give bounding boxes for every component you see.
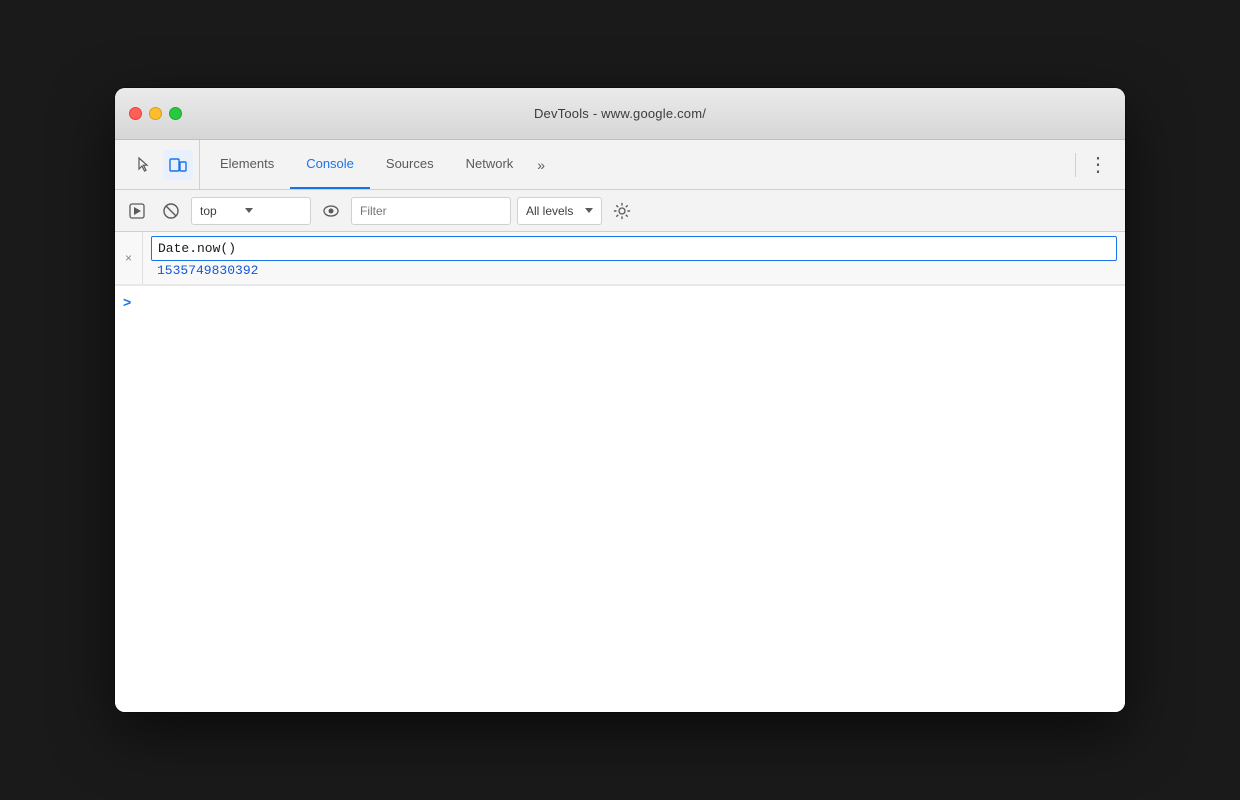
tab-console[interactable]: Console — [290, 140, 370, 189]
console-content: × 1535749830392 > — [115, 232, 1125, 712]
execute-button[interactable] — [123, 197, 151, 225]
clear-button[interactable] — [157, 197, 185, 225]
settings-button[interactable] — [608, 197, 636, 225]
console-result: 1535749830392 — [151, 261, 1117, 280]
devtools-window: DevTools - www.google.com/ Elements Cons… — [115, 88, 1125, 712]
devtools-icon-group — [123, 140, 200, 189]
window-title: DevTools - www.google.com/ — [534, 106, 706, 121]
console-entry: × 1535749830392 — [115, 232, 1125, 285]
console-toolbar: top All levels — [115, 190, 1125, 232]
eye-icon — [322, 202, 340, 220]
inspect-button[interactable] — [129, 150, 159, 180]
close-button[interactable] — [129, 107, 142, 120]
levels-selector[interactable]: All levels — [517, 197, 602, 225]
tab-sources[interactable]: Sources — [370, 140, 450, 189]
filter-input[interactable] — [351, 197, 511, 225]
tab-network[interactable]: Network — [450, 140, 530, 189]
minimize-button[interactable] — [149, 107, 162, 120]
device-icon — [169, 156, 187, 174]
tab-kebab-menu[interactable]: ⋮ — [1080, 140, 1117, 189]
levels-chevron-icon — [585, 208, 593, 213]
traffic-lights — [129, 107, 182, 120]
devtools-tab-bar: Elements Console Sources Network » ⋮ — [115, 140, 1125, 190]
gear-icon — [613, 202, 631, 220]
tab-elements[interactable]: Elements — [204, 140, 290, 189]
chevron-down-icon — [245, 208, 253, 213]
entry-close-button[interactable]: × — [115, 232, 143, 284]
cursor-icon — [135, 156, 153, 174]
console-prompt-row: > — [115, 285, 1125, 318]
play-icon — [128, 202, 146, 220]
eye-button[interactable] — [317, 197, 345, 225]
title-bar: DevTools - www.google.com/ — [115, 88, 1125, 140]
tab-spacer — [553, 140, 1071, 189]
tab-bar-divider — [1075, 153, 1076, 177]
no-entry-icon — [162, 202, 180, 220]
maximize-button[interactable] — [169, 107, 182, 120]
tab-more-button[interactable]: » — [529, 140, 553, 189]
device-toolbar-button[interactable] — [163, 150, 193, 180]
entry-body: 1535749830392 — [143, 232, 1125, 284]
console-input[interactable] — [151, 236, 1117, 261]
prompt-arrow-icon[interactable]: > — [123, 294, 131, 310]
context-selector[interactable]: top — [191, 197, 311, 225]
